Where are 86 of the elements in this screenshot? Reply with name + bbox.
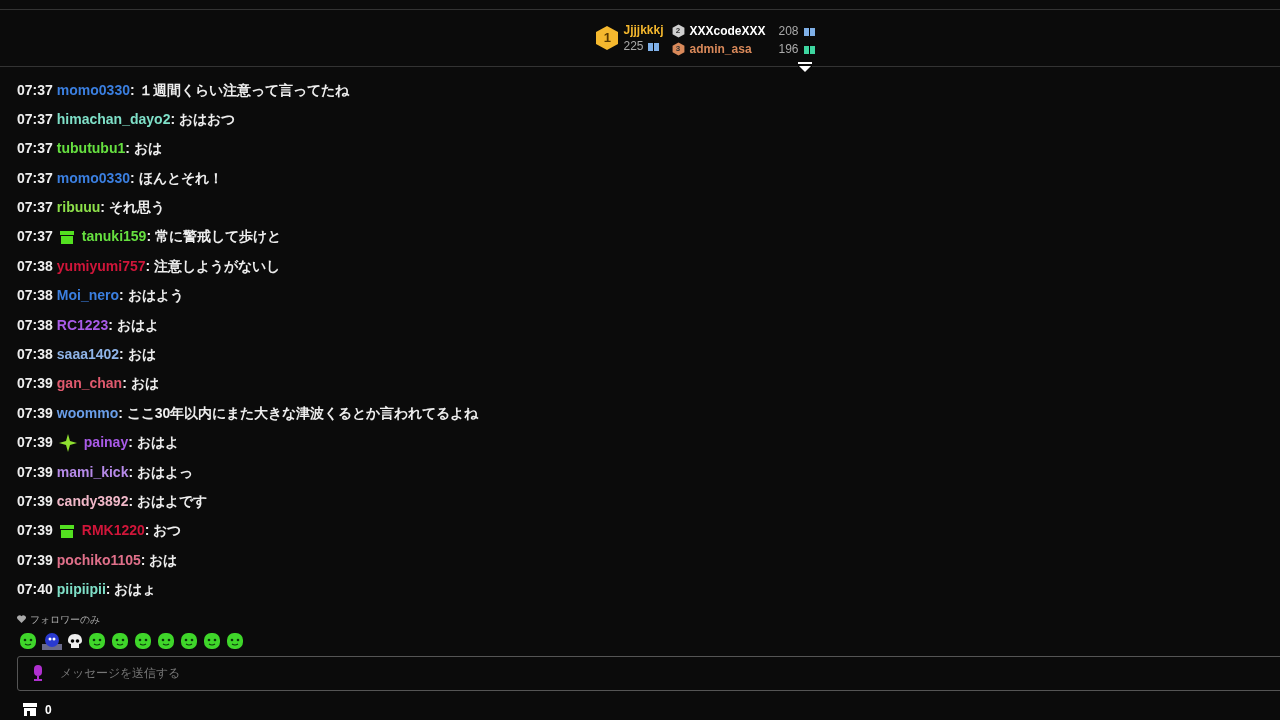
leaderboard-name: admin_asa bbox=[689, 41, 753, 58]
emote-icon[interactable] bbox=[226, 631, 244, 650]
message-text: : おつ bbox=[144, 521, 182, 541]
username[interactable]: gan_chan bbox=[56, 373, 123, 395]
leaderboard-name: XXXcodeXXX bbox=[689, 23, 767, 40]
username[interactable]: pochiko1105 bbox=[56, 549, 141, 571]
message-text: : ここ30年以内にまた大きな津波くるとか言われてるよね bbox=[118, 403, 479, 423]
username[interactable]: Moi_nero bbox=[56, 285, 120, 307]
message-text: : それ思う bbox=[100, 198, 165, 218]
message-text: : おは bbox=[140, 550, 178, 570]
chat-mode-label: フォロワーのみ bbox=[30, 612, 100, 627]
message-text: : 注意しようがないし bbox=[145, 256, 281, 276]
username[interactable]: ribuuu bbox=[56, 197, 101, 219]
message-time: 07:39 bbox=[17, 491, 53, 511]
gift-icon bbox=[647, 41, 659, 51]
username[interactable]: momo0330 bbox=[56, 79, 130, 101]
gift-icon bbox=[803, 44, 815, 54]
message-time: 07:39 bbox=[17, 550, 53, 570]
message-text: : ほんとそれ！ bbox=[129, 168, 223, 188]
rank-number: 3 bbox=[675, 43, 681, 55]
rank-number: 2 bbox=[675, 25, 681, 37]
message-time: 07:37 bbox=[17, 227, 53, 247]
message-time: 07:39 bbox=[17, 433, 53, 453]
username[interactable]: himachan_dayo2 bbox=[56, 108, 171, 130]
gift-count: 196 bbox=[777, 41, 799, 58]
emote-icon[interactable] bbox=[203, 631, 221, 650]
message-time: 07:38 bbox=[17, 256, 53, 276]
emote-icon[interactable] bbox=[111, 631, 129, 650]
message-text: : おはよです bbox=[128, 491, 207, 511]
collapse-icon[interactable] bbox=[798, 62, 812, 72]
username[interactable]: momo0330 bbox=[56, 167, 130, 189]
message-time: 07:37 bbox=[17, 139, 53, 159]
gift-icon bbox=[803, 26, 815, 36]
message-text: : おはおつ bbox=[170, 109, 235, 129]
microphone-icon[interactable] bbox=[32, 664, 44, 681]
message-text: : １週間くらい注意って言ってたね bbox=[129, 80, 349, 100]
message-text: : おはょ bbox=[105, 580, 157, 600]
rank-number: 1 bbox=[603, 29, 612, 48]
username[interactable]: tubutubu1 bbox=[56, 138, 126, 160]
message-text: : おはよ bbox=[128, 433, 179, 453]
store-icon[interactable] bbox=[23, 703, 37, 717]
heart-icon bbox=[17, 615, 26, 624]
emote-icon[interactable] bbox=[134, 631, 152, 650]
sparkle-icon bbox=[58, 433, 77, 452]
message-time: 07:38 bbox=[17, 315, 53, 335]
message-text: : おは bbox=[119, 345, 156, 364]
skull-icon[interactable] bbox=[67, 632, 83, 649]
message-time: 07:39 bbox=[17, 403, 53, 423]
gift-icon bbox=[58, 522, 75, 539]
message-time: 07:39 bbox=[17, 462, 53, 482]
username[interactable]: tanuki159 bbox=[81, 226, 147, 248]
gift-icon bbox=[58, 228, 75, 245]
username[interactable]: candy3892 bbox=[56, 490, 129, 512]
message-time: 07:37 bbox=[17, 168, 53, 188]
username[interactable]: piipiipii bbox=[56, 579, 106, 601]
leaderboard-name: Jjjjkkkj bbox=[623, 22, 664, 38]
message-time: 07:38 bbox=[17, 286, 53, 306]
message-text: : おはよっ bbox=[128, 462, 193, 482]
username[interactable]: yumiyumi757 bbox=[56, 255, 146, 277]
username[interactable]: RC1223 bbox=[56, 314, 109, 336]
message-time: 07:37 bbox=[17, 109, 53, 129]
emote-icon[interactable] bbox=[180, 631, 198, 650]
points-count: 0 bbox=[45, 701, 52, 719]
message-time: 07:38 bbox=[17, 345, 53, 364]
message-time: 07:37 bbox=[17, 80, 53, 100]
message-text: : おは bbox=[122, 374, 159, 394]
emote-icon[interactable] bbox=[19, 631, 37, 650]
message-time: 07:37 bbox=[17, 198, 53, 218]
message-text: : おはよう bbox=[119, 286, 184, 306]
emote-icon[interactable] bbox=[157, 631, 175, 650]
message-time: 07:39 bbox=[17, 374, 53, 394]
emote-icon[interactable] bbox=[88, 631, 106, 650]
username[interactable]: painay bbox=[83, 432, 129, 454]
username[interactable]: woommo bbox=[56, 402, 119, 424]
message-input[interactable]: メッセージを送信する bbox=[17, 655, 1280, 691]
message-text: : おは bbox=[125, 139, 162, 159]
username[interactable]: RMK1220 bbox=[81, 520, 145, 542]
message-text: : おはよ bbox=[108, 315, 159, 335]
message-time: 07:39 bbox=[17, 521, 53, 541]
emote-icon[interactable] bbox=[42, 631, 62, 650]
message-text: : 常に警戒して歩けと bbox=[146, 227, 281, 247]
username[interactable]: saaa1402 bbox=[56, 344, 120, 365]
gift-count: 225 bbox=[623, 38, 644, 54]
gift-count: 208 bbox=[777, 23, 799, 40]
username[interactable]: mami_kick bbox=[56, 461, 129, 483]
message-time: 07:40 bbox=[17, 580, 53, 600]
